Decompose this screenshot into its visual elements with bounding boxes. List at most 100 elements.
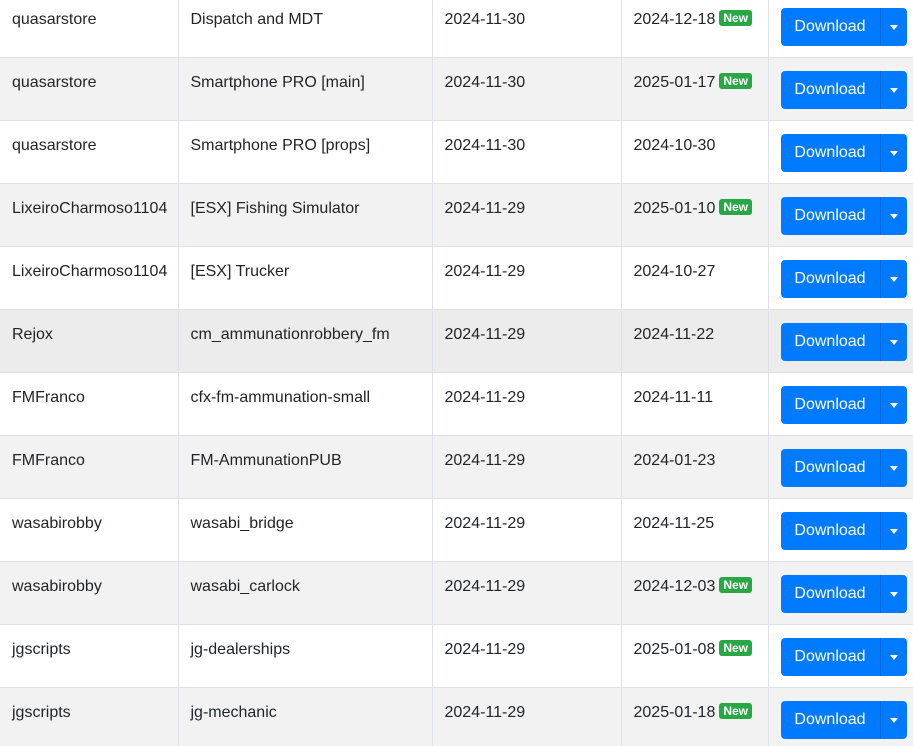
- created-date: 2024-11-29: [444, 263, 526, 280]
- table-row: LixeiroCharmoso1104 [ESX] Fishing Simula…: [0, 183, 913, 247]
- action-cell: Download: [767, 57, 913, 121]
- download-button[interactable]: Download: [780, 512, 881, 550]
- download-dropdown-toggle[interactable]: [880, 638, 907, 676]
- download-dropdown-toggle[interactable]: [880, 386, 907, 424]
- download-button[interactable]: Download: [780, 701, 881, 739]
- download-button[interactable]: Download: [780, 323, 881, 361]
- download-dropdown-toggle[interactable]: [880, 575, 907, 613]
- download-button-group: Download: [780, 638, 907, 676]
- updated-date-cell: 2024-11-11: [620, 372, 768, 436]
- updated-date-cell: 2025-01-18 New: [620, 687, 768, 746]
- created-date: 2024-11-30: [444, 74, 526, 91]
- resource-cell: Smartphone PRO [props]: [177, 120, 432, 184]
- created-date-cell: 2024-11-30: [431, 57, 621, 121]
- created-date: 2024-11-29: [444, 515, 526, 532]
- download-button[interactable]: Download: [780, 386, 881, 424]
- new-badge: New: [719, 703, 753, 719]
- created-date-cell: 2024-11-30: [431, 120, 621, 184]
- updated-date-cell: 2025-01-08 New: [620, 624, 768, 688]
- author-name: FMFranco: [12, 452, 85, 469]
- updated-date-cell: 2025-01-17 New: [620, 57, 768, 121]
- table-row: jgscripts jg-mechanic 2024-11-29 2025-01…: [0, 687, 913, 746]
- created-date-cell: 2024-11-29: [431, 561, 621, 625]
- caret-down-icon: [889, 24, 898, 30]
- resource-cell: cfx-fm-ammunation-small: [177, 372, 432, 436]
- created-date: 2024-11-29: [444, 200, 526, 217]
- resources-table: quasarstore Dispatch and MDT 2024-11-30 …: [0, 0, 913, 746]
- download-button[interactable]: Download: [780, 575, 881, 613]
- author-cell: FMFranco: [0, 435, 178, 499]
- resource-name: cm_ammunationrobbery_fm: [190, 326, 390, 343]
- download-dropdown-toggle[interactable]: [880, 134, 907, 172]
- download-button[interactable]: Download: [780, 449, 881, 487]
- resources-table-body: quasarstore Dispatch and MDT 2024-11-30 …: [0, 0, 913, 746]
- created-date-cell: 2024-11-29: [431, 183, 621, 247]
- download-button-group: Download: [780, 512, 907, 550]
- action-cell: Download: [767, 372, 913, 436]
- download-button[interactable]: Download: [780, 71, 881, 109]
- resource-name: [ESX] Trucker: [190, 263, 290, 280]
- updated-date: 2024-10-27: [633, 263, 716, 280]
- resource-name: wasabi_bridge: [190, 515, 294, 532]
- updated-date: 2024-10-30: [633, 137, 716, 154]
- author-cell: LixeiroCharmoso1104: [0, 246, 178, 310]
- updated-date-cell: 2024-12-03 New: [620, 561, 768, 625]
- updated-date: 2025-01-18: [633, 704, 716, 721]
- created-date-cell: 2024-11-29: [431, 246, 621, 310]
- download-button-group: Download: [780, 197, 907, 235]
- table-row: Rejox cm_ammunationrobbery_fm 2024-11-29…: [0, 309, 913, 373]
- download-button-group: Download: [780, 134, 907, 172]
- table-row: FMFranco cfx-fm-ammunation-small 2024-11…: [0, 372, 913, 436]
- updated-date: 2025-01-17: [633, 74, 716, 91]
- author-cell: LixeiroCharmoso1104: [0, 183, 178, 247]
- action-cell: Download: [767, 309, 913, 373]
- download-button[interactable]: Download: [780, 638, 881, 676]
- table-row: quasarstore Dispatch and MDT 2024-11-30 …: [0, 0, 913, 58]
- download-dropdown-toggle[interactable]: [880, 197, 907, 235]
- download-dropdown-toggle[interactable]: [880, 449, 907, 487]
- action-cell: Download: [767, 183, 913, 247]
- created-date-cell: 2024-11-29: [431, 498, 621, 562]
- download-button-group: Download: [780, 449, 907, 487]
- caret-down-icon: [889, 150, 898, 156]
- author-cell: quasarstore: [0, 57, 178, 121]
- author-name: quasarstore: [12, 74, 97, 91]
- updated-date-cell: 2024-11-22: [620, 309, 768, 373]
- updated-date-cell: 2024-01-23: [620, 435, 768, 499]
- download-button[interactable]: Download: [780, 260, 881, 298]
- updated-date-cell: 2024-10-30: [620, 120, 768, 184]
- download-button[interactable]: Download: [780, 134, 881, 172]
- download-dropdown-toggle[interactable]: [880, 701, 907, 739]
- updated-date: 2024-11-11: [633, 389, 713, 406]
- download-button-group: Download: [780, 8, 907, 46]
- caret-down-icon: [889, 339, 898, 345]
- download-button[interactable]: Download: [780, 197, 881, 235]
- download-dropdown-toggle[interactable]: [880, 323, 907, 361]
- download-dropdown-toggle[interactable]: [880, 71, 907, 109]
- created-date: 2024-11-29: [444, 389, 526, 406]
- author-cell: jgscripts: [0, 687, 178, 746]
- created-date: 2024-11-29: [444, 578, 526, 595]
- author-name: quasarstore: [12, 11, 97, 28]
- author-name: LixeiroCharmoso1104: [12, 200, 168, 217]
- download-dropdown-toggle[interactable]: [880, 260, 907, 298]
- download-dropdown-toggle[interactable]: [880, 8, 907, 46]
- created-date: 2024-11-29: [444, 452, 526, 469]
- resource-cell: jg-dealerships: [177, 624, 432, 688]
- author-cell: FMFranco: [0, 372, 178, 436]
- caret-down-icon: [889, 276, 898, 282]
- download-dropdown-toggle[interactable]: [880, 512, 907, 550]
- action-cell: Download: [767, 0, 913, 58]
- author-name: LixeiroCharmoso1104: [12, 263, 168, 280]
- caret-down-icon: [889, 591, 898, 597]
- table-row: jgscripts jg-dealerships 2024-11-29 2025…: [0, 624, 913, 688]
- caret-down-icon: [889, 528, 898, 534]
- resource-cell: [ESX] Fishing Simulator: [177, 183, 432, 247]
- caret-down-icon: [889, 654, 898, 660]
- author-cell: quasarstore: [0, 0, 178, 58]
- updated-date-cell: 2024-10-27: [620, 246, 768, 310]
- resource-cell: jg-mechanic: [177, 687, 432, 746]
- author-cell: Rejox: [0, 309, 178, 373]
- author-name: quasarstore: [12, 137, 97, 154]
- download-button[interactable]: Download: [780, 8, 881, 46]
